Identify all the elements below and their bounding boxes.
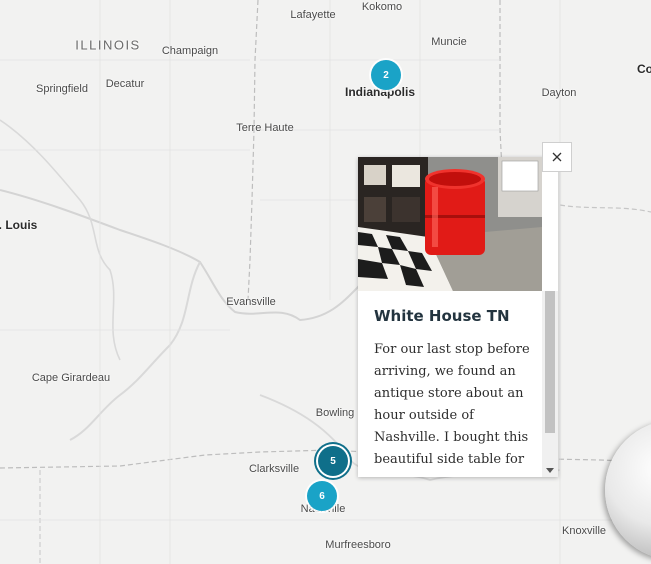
- label-evansville: Evansville: [226, 296, 276, 308]
- label-dayton: Dayton: [541, 87, 577, 99]
- popup-description: For our last stop before arriving, we fo…: [374, 342, 530, 467]
- popup-scrollbar[interactable]: [542, 291, 558, 477]
- label-bowling-green: Bowling: [315, 407, 355, 419]
- close-button[interactable]: [542, 142, 572, 172]
- label-columbus: Co: [637, 62, 651, 76]
- scrollbar-thumb[interactable]: [545, 291, 555, 433]
- label-lafayette: Lafayette: [290, 9, 336, 21]
- popup-photo[interactable]: [358, 157, 542, 291]
- label-kokomo: Kokomo: [361, 1, 403, 13]
- cluster-marker-selected[interactable]: 5: [318, 446, 348, 476]
- info-popup: White House TN For our last stop before …: [358, 157, 558, 477]
- label-terre-haute: Terre Haute: [236, 122, 294, 134]
- label-clarksville: Clarksville: [248, 463, 300, 475]
- label-knoxville: Knoxville: [561, 525, 607, 537]
- label-decatur: Decatur: [105, 78, 145, 90]
- cluster-marker-indianapolis[interactable]: 2: [371, 60, 401, 90]
- popup-title: White House TN: [374, 307, 510, 325]
- scroll-down-icon[interactable]: [546, 468, 554, 473]
- close-icon: [552, 152, 562, 162]
- label-muncie: Muncie: [431, 36, 467, 48]
- label-murfreesboro: Murfreesboro: [325, 539, 391, 551]
- cluster-marker-nashville[interactable]: 6: [307, 481, 337, 511]
- popup-body: White House TN For our last stop before …: [374, 307, 534, 471]
- label-st-louis: . Louis: [0, 218, 38, 232]
- label-springfield: Springfield: [36, 83, 88, 95]
- label-cape-girardeau: Cape Girardeau: [31, 372, 111, 384]
- label-champaign: Champaign: [161, 45, 219, 57]
- label-illinois: ILLINOIS: [75, 37, 141, 53]
